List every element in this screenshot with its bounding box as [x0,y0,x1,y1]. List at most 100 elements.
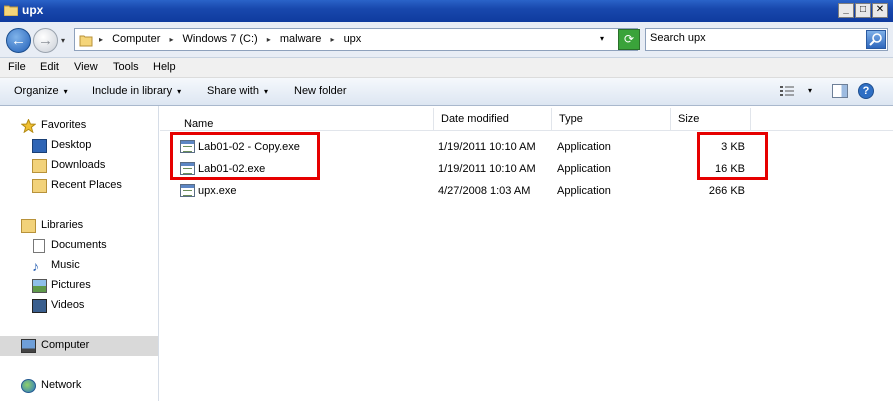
nav-network-label: Network [41,379,82,391]
nav-favorites-label: Favorites [41,119,87,131]
pictures-icon [32,279,47,293]
nav-downloads-label: Downloads [51,159,106,171]
menu-edit[interactable]: Edit [40,61,59,73]
music-icon: ♪ [32,258,39,274]
address-row: ← → ▾ ▸ Computer ▸ Windows 7 (C:) ▸ malw… [0,22,893,58]
change-view-icon[interactable] [780,85,794,97]
view-options-dropdown[interactable]: ▾ [808,86,812,95]
file-size: 266 KB [708,185,745,197]
libraries-icon [21,219,36,233]
include-in-library-label: Include in library [92,85,173,97]
application-icon [180,184,195,197]
column-header-type-label: Type [559,113,583,125]
menu-view[interactable]: View [74,61,98,73]
refresh-icon: ⟳ [623,32,635,46]
nav-videos[interactable]: Videos [0,296,158,316]
breadcrumb-windows-7-c[interactable]: Windows 7 (C:) [183,33,258,45]
breadcrumb-upx[interactable]: upx [344,33,362,45]
chevron-down-icon: ▾ [263,87,268,96]
share-with-label: Share with [207,85,259,97]
breadcrumb-separator[interactable]: ▸ [330,35,334,44]
downloads-icon [32,159,47,173]
folder-icon [4,5,18,16]
nav-pictures-label: Pictures [51,279,91,291]
command-bar: Organize ▾ Include in library ▾ Share with… [0,78,893,106]
star-icon [20,118,37,134]
column-header-type[interactable]: Type [552,108,671,130]
nav-desktop[interactable]: Desktop [0,136,158,156]
file-date-modified: 1/19/2011 10:10 AM [438,141,536,153]
highlight-box-filenames [170,132,320,180]
file-date-modified: 4/27/2008 1:03 AM [438,185,531,197]
nav-documents[interactable]: Documents [0,236,158,256]
documents-icon [33,239,45,253]
chevron-down-icon: ▾ [63,87,68,96]
videos-icon [32,299,47,313]
close-button[interactable]: ✕ [872,3,888,18]
menu-help[interactable]: Help [153,61,176,73]
breadcrumb-separator[interactable]: ▸ [169,35,173,44]
menu-tools[interactable]: Tools [113,61,139,73]
sort-ascending-icon: ▴ [188,118,193,127]
column-header-name[interactable]: Name ▴ [170,108,434,130]
refresh-button[interactable]: ⟳ [618,29,640,50]
highlight-box-sizes [697,132,768,180]
column-header-size[interactable]: Size [671,108,751,130]
nav-recent-places-label: Recent Places [51,179,122,191]
nav-pictures[interactable]: Pictures [0,276,158,296]
breadcrumb-separator[interactable]: ▸ [99,35,103,44]
menu-bar: File Edit View Tools Help [0,58,893,78]
search-icon [869,33,882,46]
breadcrumb-malware[interactable]: malware [280,33,322,45]
nav-videos-label: Videos [51,299,85,311]
nav-downloads[interactable]: Downloads [0,156,158,176]
column-header-size-label: Size [678,113,700,125]
organize-label: Organize [14,85,59,97]
computer-icon [21,339,36,353]
nav-recent-places[interactable]: Recent Places [0,176,158,196]
organize-button[interactable]: Organize ▾ [14,85,68,97]
maximize-button[interactable]: □ [855,3,871,18]
preview-pane-icon[interactable] [832,84,848,98]
file-list: Name ▴ Date modified Type Size Lab01-02 -… [160,106,893,401]
breadcrumb-separator[interactable]: ▸ [267,35,271,44]
new-folder-button[interactable]: New folder [294,85,347,97]
recent-pages-dropdown[interactable]: ▾ [61,36,65,45]
file-type: Application [557,141,611,153]
column-header-date-modified[interactable]: Date modified [434,108,552,130]
header-divider [160,130,893,131]
back-button[interactable]: ← [6,28,31,53]
file-name: upx.exe [198,185,237,197]
breadcrumb-computer[interactable]: Computer [112,33,160,45]
column-header-date-label: Date modified [441,113,509,125]
nav-network[interactable]: Network [0,376,158,396]
search-box[interactable] [645,28,888,51]
nav-libraries[interactable]: Libraries [0,216,158,236]
address-dropdown[interactable]: ▾ [600,34,604,43]
nav-favorites[interactable]: Favorites [0,116,158,136]
title-bar: upx _ □ ✕ [0,0,893,22]
nav-music[interactable]: ♪ Music [0,256,158,276]
folder-icon [79,35,93,47]
address-bar[interactable]: ▸ Computer ▸ Windows 7 (C:) ▸ malware ▸ … [74,28,638,51]
nav-documents-label: Documents [51,239,107,251]
forward-arrow-icon: → [38,32,53,49]
forward-button[interactable]: → [33,28,58,53]
nav-computer[interactable]: Computer [0,336,158,356]
nav-desktop-label: Desktop [51,139,92,151]
menu-file[interactable]: File [8,61,26,73]
chevron-down-icon: ▾ [177,87,182,96]
share-with-button[interactable]: Share with ▾ [207,85,268,97]
include-in-library-button[interactable]: Include in library ▾ [92,85,181,97]
search-button[interactable] [866,30,886,49]
search-input[interactable] [650,32,860,44]
nav-computer-label: Computer [41,339,90,351]
minimize-button[interactable]: _ [838,3,854,18]
file-row[interactable]: upx.exe 4/27/2008 1:03 AM Application 26… [160,181,893,201]
breadcrumb: ▸ Computer ▸ Windows 7 (C:) ▸ malware ▸ … [99,33,367,45]
back-arrow-icon: ← [11,32,26,49]
network-icon [21,379,36,393]
nav-music-label: Music [51,259,80,271]
file-type: Application [557,163,611,175]
help-icon[interactable]: ? [858,83,874,99]
